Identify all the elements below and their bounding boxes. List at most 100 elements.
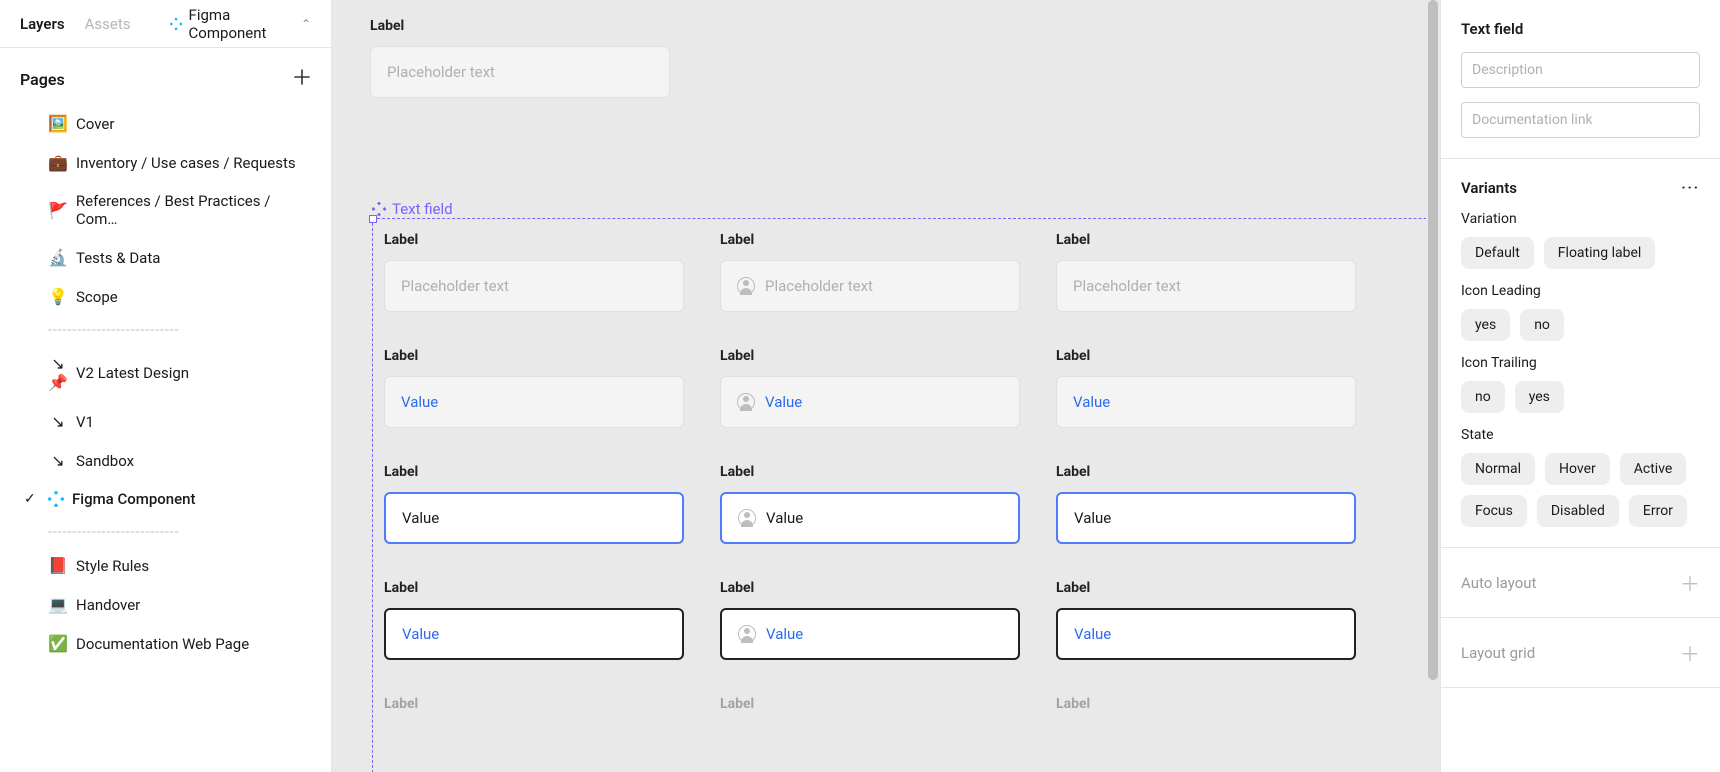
page-label: Style Rules xyxy=(76,557,149,575)
page-item-v2[interactable]: ↘ 📌 V2 Latest Design xyxy=(0,344,331,402)
plus-icon[interactable]: ＋ xyxy=(1680,638,1700,667)
text-field[interactable]: Value xyxy=(384,608,684,660)
pages-heading: Pages xyxy=(20,70,65,89)
input-text: Value xyxy=(1074,509,1111,527)
text-field[interactable]: Value xyxy=(384,492,684,544)
plus-icon[interactable]: ＋ xyxy=(1680,568,1700,597)
tab-assets[interactable]: Assets xyxy=(85,15,131,33)
variant-solo[interactable]: Label Placeholder text xyxy=(370,18,670,98)
text-field[interactable]: Placeholder text xyxy=(720,260,1020,312)
variant-cell[interactable]: Label Value xyxy=(384,348,684,428)
text-field[interactable]: Value xyxy=(720,608,1020,660)
field-label: Label xyxy=(384,580,684,596)
text-field[interactable]: Value xyxy=(720,376,1020,428)
input-text: Value xyxy=(402,509,439,527)
description-input[interactable]: Description xyxy=(1461,52,1700,88)
page-item-cover[interactable]: 🖼️ Cover xyxy=(0,104,331,143)
variant-cell[interactable]: Label Placeholder text xyxy=(384,232,684,312)
text-field[interactable]: Value xyxy=(720,492,1020,544)
prop-label-state: State xyxy=(1461,427,1700,443)
page-label: Scope xyxy=(76,288,118,306)
chip-disabled[interactable]: Disabled xyxy=(1537,495,1619,527)
canvas-viewport: Label Placeholder text Text field Label … xyxy=(332,0,1426,772)
chip-yes[interactable]: yes xyxy=(1461,309,1510,341)
chip-yes[interactable]: yes xyxy=(1515,381,1564,413)
page-label: Cover xyxy=(76,115,114,133)
variant-cell[interactable]: Label Placeholder text xyxy=(1056,232,1356,312)
chips-icon-trailing: no yes xyxy=(1461,381,1700,413)
page-item-documentation[interactable]: ✅ Documentation Web Page xyxy=(0,624,331,663)
component-breadcrumb-label: Figma Component xyxy=(189,6,295,42)
component-breadcrumb[interactable]: Figma Component ⌃ xyxy=(170,6,311,42)
panel-tab-bar: Layers Assets Figma Component ⌃ xyxy=(0,0,331,48)
page-item-inventory[interactable]: 💼 Inventory / Use cases / Requests xyxy=(0,143,331,182)
chip-no[interactable]: no xyxy=(1520,309,1564,341)
chip-error[interactable]: Error xyxy=(1629,495,1687,527)
frame-title[interactable]: Text field xyxy=(372,200,453,218)
text-field[interactable]: Value xyxy=(1056,376,1356,428)
variant-cell[interactable]: Label Value xyxy=(384,464,684,544)
text-field-placeholder[interactable]: Placeholder text xyxy=(370,46,670,98)
page-icon: ✅ xyxy=(48,634,68,653)
text-field[interactable]: Placeholder text xyxy=(1056,260,1356,312)
right-panel: Text field Description Documentation lin… xyxy=(1440,0,1720,772)
page-label: References / Best Practices / Com… xyxy=(76,192,311,228)
page-icon: ↘ xyxy=(48,412,68,431)
variant-cell[interactable]: Label Value xyxy=(720,580,1020,660)
variants-section: Variants ··· Variation Default Floating … xyxy=(1441,159,1720,548)
input-text: Placeholder text xyxy=(401,277,509,295)
variant-cell[interactable]: Label Value xyxy=(384,580,684,660)
auto-layout-row[interactable]: Auto layout ＋ xyxy=(1441,548,1720,618)
variant-cell[interactable]: Label Value xyxy=(1056,348,1356,428)
page-icon: 💼 xyxy=(48,153,68,172)
text-field[interactable]: Value xyxy=(1056,492,1356,544)
variant-cell[interactable]: Label Value xyxy=(720,464,1020,544)
variants-menu-button[interactable]: ··· xyxy=(1681,180,1700,196)
variant-cell[interactable]: Label Value xyxy=(720,348,1020,428)
field-label: Label xyxy=(1056,696,1356,712)
page-item-v1[interactable]: ↘ V1 xyxy=(0,402,331,441)
tab-layers[interactable]: Layers xyxy=(20,15,65,33)
chip-hover[interactable]: Hover xyxy=(1545,453,1610,485)
chip-no[interactable]: no xyxy=(1461,381,1505,413)
chip-normal[interactable]: Normal xyxy=(1461,453,1535,485)
page-item-style-rules[interactable]: 📕 Style Rules xyxy=(0,546,331,585)
variant-cell[interactable]: Label Value xyxy=(1056,464,1356,544)
input-placeholder: Description xyxy=(1472,62,1543,78)
page-item-references[interactable]: 🚩 References / Best Practices / Com… xyxy=(0,182,331,238)
variant-cell[interactable]: Label xyxy=(384,696,684,724)
frame-title-label: Text field xyxy=(392,200,453,218)
field-label: Label xyxy=(1056,580,1356,596)
text-field[interactable]: Placeholder text xyxy=(384,260,684,312)
canvas[interactable]: Label Placeholder text Text field Label … xyxy=(332,0,1440,772)
user-icon xyxy=(737,277,755,295)
variant-cell[interactable]: Label Placeholder text xyxy=(720,232,1020,312)
doc-link-input[interactable]: Documentation link xyxy=(1461,102,1700,138)
page-icon: ↘ xyxy=(48,451,68,470)
page-label: Figma Component xyxy=(72,490,196,508)
text-field[interactable]: Value xyxy=(1056,608,1356,660)
add-page-button[interactable] xyxy=(293,68,311,90)
field-label: Label xyxy=(720,580,1020,596)
selection-handle[interactable] xyxy=(369,215,377,223)
page-item-tests[interactable]: 🔬 Tests & Data xyxy=(0,238,331,277)
input-text: Value xyxy=(401,393,438,411)
chip-focus[interactable]: Focus xyxy=(1461,495,1527,527)
layout-grid-row[interactable]: Layout grid ＋ xyxy=(1441,618,1720,688)
text-field[interactable]: Value xyxy=(384,376,684,428)
plus-icon xyxy=(293,68,311,86)
chip-floating-label[interactable]: Floating label xyxy=(1544,237,1656,269)
page-item-scope[interactable]: 💡 Scope xyxy=(0,277,331,316)
variant-cell[interactable]: Label xyxy=(720,696,1020,724)
chip-active[interactable]: Active xyxy=(1620,453,1687,485)
field-label: Label xyxy=(384,232,684,248)
chip-default[interactable]: Default xyxy=(1461,237,1534,269)
page-item-handover[interactable]: 💻 Handover xyxy=(0,585,331,624)
variant-cell[interactable]: Label xyxy=(1056,696,1356,724)
chips-state: Normal Hover Active Focus Disabled Error xyxy=(1461,453,1700,527)
page-item-sandbox[interactable]: ↘ Sandbox xyxy=(0,441,331,480)
variant-cell[interactable]: Label Value xyxy=(1056,580,1356,660)
vertical-scrollbar[interactable] xyxy=(1428,0,1438,680)
page-item-figma-component[interactable]: ✓ Figma Component xyxy=(0,480,331,518)
field-label: Label xyxy=(384,348,684,364)
